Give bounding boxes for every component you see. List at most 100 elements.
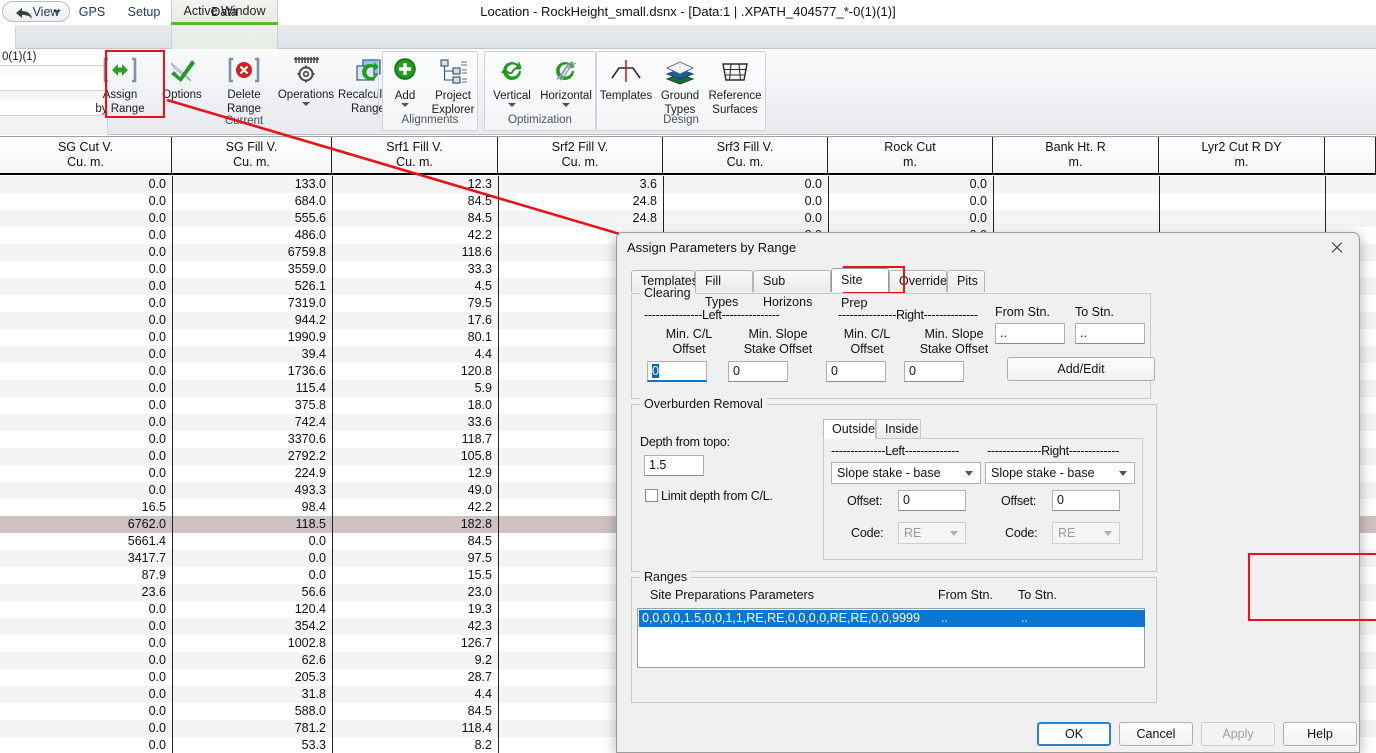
table-cell: 493.3 (294, 483, 326, 497)
table-cell (1159, 193, 1325, 210)
grid-column-unit: Cu. m. (67, 155, 104, 169)
assign-by-range-button[interactable]: Assign by Range (89, 51, 151, 115)
table-cell: 0.0 (148, 194, 166, 208)
left-min-cl-offset-input[interactable]: 0 (647, 361, 707, 382)
depth-from-topo-input[interactable]: 1.5 (644, 455, 704, 476)
dialog-title-bar[interactable]: Assign Parameters by Range (617, 233, 1359, 263)
limit-depth-checkbox[interactable] (645, 489, 658, 502)
grid-column-header[interactable]: Bank Ht. Rm. (993, 137, 1159, 174)
table-cell: 205.3 (294, 670, 326, 684)
grid-column-header[interactable]: Srf2 Fill V. Cu. m. (498, 137, 663, 174)
reference-surfaces-icon (718, 56, 752, 88)
table-cell: 9.2 (474, 653, 492, 667)
reference-surfaces-label-1: Reference (708, 90, 762, 102)
overburden-left-offset-input[interactable]: 0 (898, 490, 966, 511)
help-button[interactable]: Help (1283, 722, 1357, 746)
project-explorer-button[interactable]: Project Explorer (428, 52, 478, 116)
overburden-right-offset-label: Offset: (1001, 494, 1037, 508)
table-cell: 4.4 (474, 687, 492, 701)
table-cell: 375.8 (294, 398, 326, 412)
right-min-cl-offset-label-1: Min. C/L (843, 327, 891, 341)
grid-column-header[interactable] (1325, 137, 1376, 174)
add-edit-button[interactable]: Add/Edit (1007, 357, 1155, 381)
vertical-optimize-icon (495, 56, 529, 88)
delete-range-button[interactable]: Delete Range (213, 51, 275, 115)
grid-column-name: Srf3 Fill V. (716, 140, 774, 154)
grid-column-header[interactable]: Rock Cut m. (828, 137, 993, 174)
tab-sub-horizons[interactable]: Sub Horizons (753, 270, 831, 309)
left-min-slope-stake-offset-input[interactable]: 0 (728, 361, 788, 382)
options-label: Options (162, 89, 202, 101)
table-cell: 0.0 (148, 262, 166, 276)
cancel-button[interactable]: Cancel (1119, 722, 1193, 746)
grid-column-header[interactable]: Srf1 Fill V. Cu. m. (332, 137, 498, 174)
overburden-left-select[interactable]: Slope stake - base (831, 462, 981, 484)
operations-button[interactable]: Operations (275, 51, 337, 113)
grid-column-name: SG Fill V. (225, 140, 278, 154)
tab-fill-types[interactable]: Fill Types (695, 270, 753, 309)
overburden-left-code-select[interactable]: RE (898, 522, 966, 544)
vertical-optimization-label: Vertical (493, 90, 531, 102)
from-stn-input[interactable]: .. (995, 323, 1065, 344)
limit-depth-label: Limit depth from C/L. (661, 489, 773, 503)
table-row[interactable]: 0.0 133.0 12.3 3.6 0.0 0.0 (0, 176, 1376, 193)
options-button[interactable]: Options (151, 51, 213, 113)
table-cell: 84.5 (467, 534, 492, 548)
to-stn-input[interactable]: .. (1075, 323, 1145, 344)
ranges-group: Ranges Site Preparations Parameters From… (631, 570, 1157, 703)
ranges-list-item[interactable]: 0,0,0,0,1.5,0,0,1,1,RE,RE,0,0,0,0,RE,RE,… (639, 610, 1145, 627)
grid-column-unit: Cu. m. (396, 155, 433, 169)
horizontal-optimization-button[interactable]: Horizontal (538, 52, 594, 114)
reference-surfaces-button[interactable]: Reference Surfaces (706, 52, 764, 116)
add-alignment-button[interactable]: Add (382, 52, 428, 114)
tab-data[interactable]: Data (172, 0, 277, 24)
right-min-cl-offset-input[interactable]: 0 (826, 361, 886, 382)
subtab-outside[interactable]: Outside (823, 419, 876, 439)
table-cell: 781.2 (294, 721, 326, 735)
options-check-icon (165, 55, 199, 87)
ribbon-group-optimization: Vertical Horizontal Optimization (484, 51, 596, 131)
ground-types-button[interactable]: Ground Types (654, 52, 706, 116)
close-icon[interactable] (1315, 233, 1359, 263)
tab-setup[interactable]: Setup (116, 0, 172, 24)
chevron-down-icon[interactable] (302, 102, 310, 106)
grid-column-name: Rock Cut (884, 140, 936, 154)
table-cell: 49.0 (467, 483, 492, 497)
ground-types-label-1: Ground (660, 90, 700, 102)
overburden-right-code-select[interactable]: RE (1052, 522, 1120, 544)
table-cell: 115.4 (295, 381, 326, 395)
ribbon-group-current-body: Assign by Range Options Delete Range Ope… (95, 51, 398, 115)
chevron-down-icon[interactable] (401, 103, 409, 107)
grid-column-header[interactable]: SG Fill V. Cu. m. (172, 137, 332, 174)
vertical-optimization-button[interactable]: Vertical (486, 52, 538, 114)
grid-column-unit: Cu. m. (233, 155, 270, 169)
ranges-listbox[interactable]: 0,0,0,0,1.5,0,0,1,1,RE,RE,0,0,0,0,RE,RE,… (637, 608, 1145, 668)
table-cell: 0.0 (148, 704, 166, 718)
ribbon-group-design: Templates Ground Types Reference Surface… (596, 51, 766, 131)
overburden-right-select[interactable]: Slope stake - base (985, 462, 1135, 484)
clearing-group-title: Clearing (640, 286, 695, 300)
chevron-down-icon[interactable] (562, 103, 570, 107)
table-row[interactable]: 0.0 555.6 84.5 24.8 0.0 0.0 (0, 210, 1376, 227)
tab-pits[interactable]: Pits (947, 270, 985, 292)
table-cell: 0.0 (148, 432, 166, 446)
tab-overrides[interactable]: Overrides (889, 270, 953, 292)
table-cell: 0.0 (148, 466, 166, 480)
table-cell: 98.4 (301, 500, 326, 514)
grid-column-header[interactable]: Lyr2 Cut R DY m. (1159, 137, 1325, 174)
subtab-inside[interactable]: Inside (876, 419, 921, 439)
table-cell: 944.2 (294, 313, 326, 327)
delete-range-label-1: Delete (227, 89, 261, 101)
overburden-left-offset-label: Offset: (847, 494, 883, 508)
tab-site-prep[interactable]: Site Prep (831, 268, 889, 310)
right-min-slope-stake-offset-input[interactable]: 0 (904, 361, 964, 382)
chevron-down-icon[interactable] (508, 103, 516, 107)
overburden-right-offset-input[interactable]: 0 (1052, 490, 1120, 511)
grid-column-header[interactable]: SG Cut V. Cu. m. (0, 137, 172, 174)
table-cell (1159, 210, 1325, 227)
grid-column-header[interactable]: Srf3 Fill V. Cu. m. (663, 137, 828, 174)
templates-button[interactable]: Templates (598, 52, 654, 114)
tab-gps[interactable]: GPS (66, 0, 118, 24)
ok-button[interactable]: OK (1037, 722, 1111, 746)
table-row[interactable]: 0.0 684.0 84.5 24.8 0.0 0.0 (0, 193, 1376, 210)
